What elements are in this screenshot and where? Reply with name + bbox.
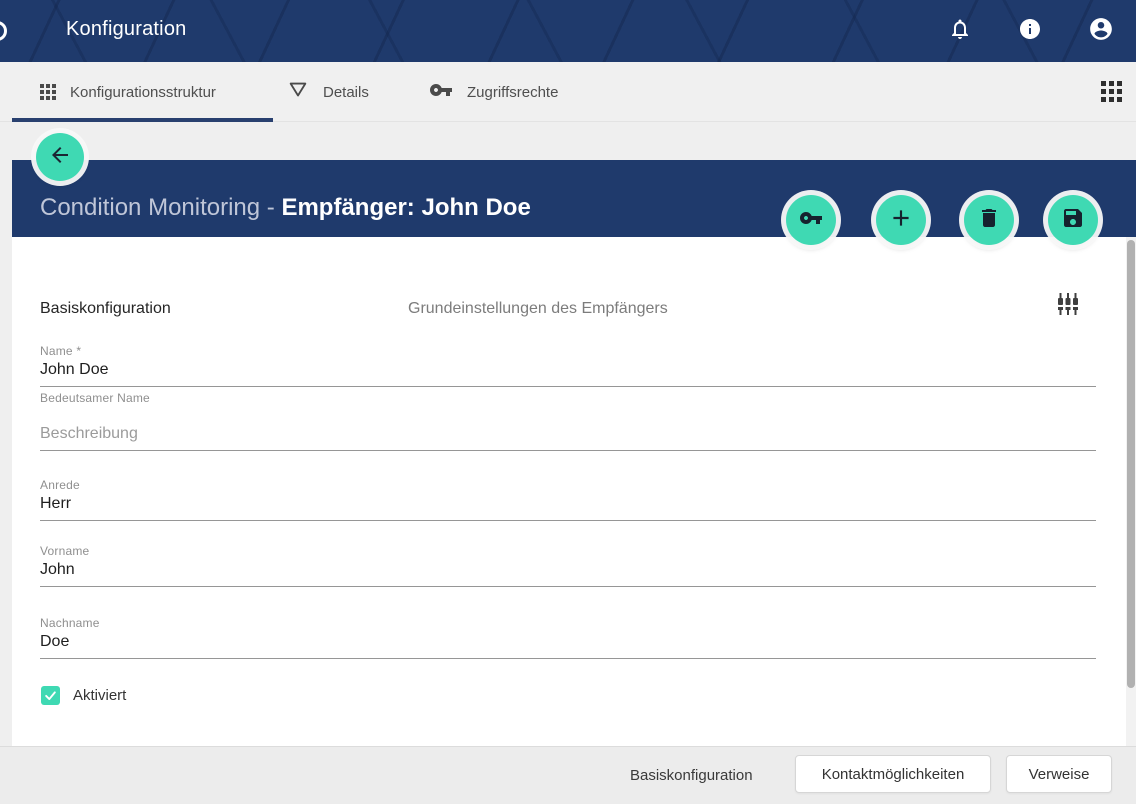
field-bedeutsamer-name: Bedeutsamer Name: [40, 391, 1096, 405]
field-nachname: Nachname: [40, 616, 1096, 659]
funnel-icon: [287, 79, 309, 105]
app-logo: [0, 21, 7, 41]
tab-label: Konfigurationsstruktur: [70, 84, 216, 101]
vorname-input[interactable]: [40, 558, 1096, 587]
scrollbar-thumb[interactable]: [1127, 240, 1135, 688]
info-icon[interactable]: [1018, 17, 1042, 41]
arrow-left-icon: [48, 143, 72, 172]
permissions-button[interactable]: [786, 195, 836, 245]
scrollbar-track[interactable]: [1126, 237, 1136, 746]
field-name: Name *: [40, 344, 1096, 387]
title-prefix: Condition Monitoring -: [40, 194, 281, 221]
app-bar: Konfiguration: [0, 0, 1136, 62]
key-icon: [429, 78, 453, 106]
section-subtitle: Grundeinstellungen des Empfängers: [408, 300, 668, 318]
field-label: Anrede: [40, 478, 1096, 492]
tab-details[interactable]: Details: [287, 62, 369, 122]
aktiviert-checkbox-row[interactable]: Aktiviert: [41, 686, 126, 705]
checkbox-label: Aktiviert: [73, 687, 126, 704]
page: Konfiguration Konfigurationsstruktur Det…: [0, 0, 1136, 804]
floppy-save-icon: [1061, 206, 1085, 235]
field-label: Vorname: [40, 544, 1096, 558]
bottom-active-section-label: Basiskonfiguration: [630, 767, 753, 784]
tab-zugriffsrechte[interactable]: Zugriffsrechte: [429, 62, 558, 122]
field-anrede: Anrede: [40, 478, 1096, 521]
kontaktmoeglichkeiten-button[interactable]: Kontaktmöglichkeiten: [795, 755, 991, 793]
title-highlight: Empfänger: John Doe: [281, 194, 530, 221]
trash-icon: [977, 206, 1001, 235]
tab-bar: Konfigurationsstruktur Details Zugriffsr…: [0, 62, 1136, 122]
field-vorname: Vorname: [40, 544, 1096, 587]
field-label: Bedeutsamer Name: [40, 391, 1096, 405]
apps-grid-icon[interactable]: [1101, 81, 1122, 102]
field-beschreibung: [40, 422, 1096, 451]
nachname-input[interactable]: [40, 630, 1096, 659]
bottom-bar: Basiskonfiguration Kontaktmöglichkeiten …: [0, 746, 1136, 804]
tab-konfigurationsstruktur[interactable]: Konfigurationsstruktur: [40, 62, 216, 122]
beschreibung-input[interactable]: [40, 422, 1096, 451]
section-title: Basiskonfiguration: [40, 300, 171, 318]
field-label: Name *: [40, 344, 1096, 358]
checkbox-checked-icon[interactable]: [41, 686, 60, 705]
add-button[interactable]: [876, 195, 926, 245]
back-button[interactable]: [36, 133, 84, 181]
active-tab-indicator: [12, 118, 273, 122]
name-input[interactable]: [40, 358, 1096, 387]
tab-label: Zugriffsrechte: [467, 84, 558, 101]
content-card: Condition Monitoring - Empfänger: John D…: [12, 160, 1136, 746]
plus-icon: [888, 205, 914, 236]
field-label: Nachname: [40, 616, 1096, 630]
save-button[interactable]: [1048, 195, 1098, 245]
grid-icon: [40, 84, 56, 100]
account-icon[interactable]: [1088, 16, 1114, 42]
anrede-input[interactable]: [40, 492, 1096, 521]
delete-button[interactable]: [964, 195, 1014, 245]
key-icon: [799, 206, 823, 235]
tab-label: Details: [323, 84, 369, 101]
page-title: Konfiguration: [66, 18, 186, 41]
section-header-title: Condition Monitoring - Empfänger: John D…: [40, 194, 531, 222]
component-sliders-icon[interactable]: [1056, 292, 1080, 321]
verweise-button[interactable]: Verweise: [1006, 755, 1112, 793]
notifications-bell-icon[interactable]: [948, 17, 972, 41]
